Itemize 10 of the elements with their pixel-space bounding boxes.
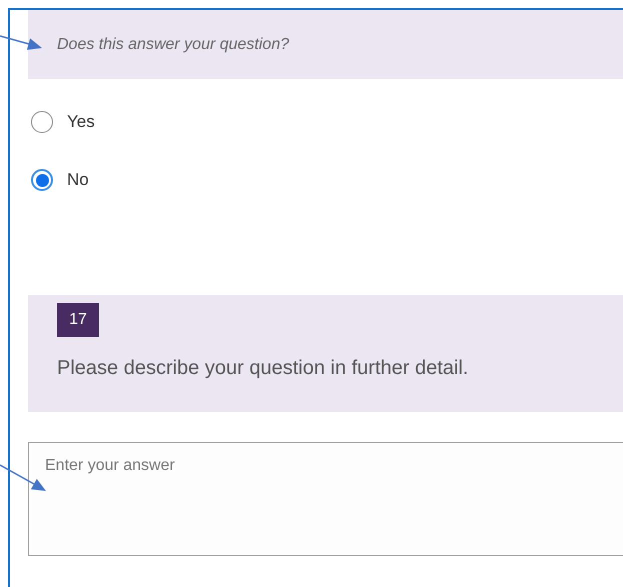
question-number: 17 bbox=[57, 303, 99, 337]
radio-button[interactable] bbox=[31, 169, 53, 191]
annotation-arrow bbox=[0, 35, 42, 50]
radio-option[interactable]: No bbox=[31, 169, 89, 191]
answer-field[interactable]: Enter your answer bbox=[28, 442, 623, 556]
radio-option[interactable]: Yes bbox=[31, 111, 95, 133]
radio-button[interactable] bbox=[31, 111, 53, 133]
annotation-arrow bbox=[0, 464, 46, 491]
question-prompt: Please describe your question in further detail. bbox=[57, 357, 470, 380]
question-prompt: Does this answer your question? bbox=[57, 36, 290, 54]
